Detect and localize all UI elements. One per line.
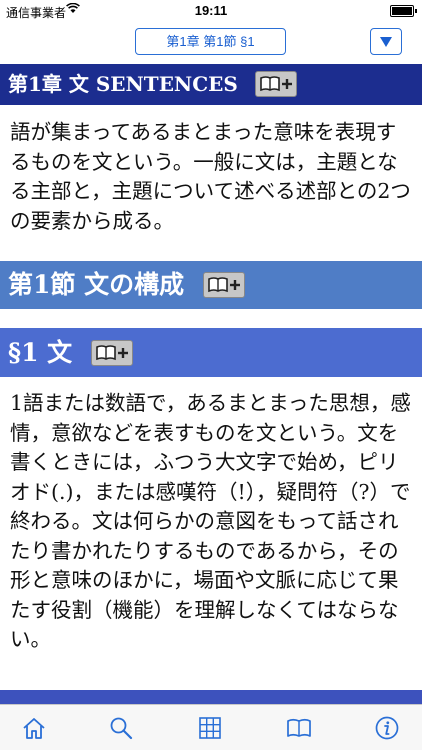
paragraph-heading: §1 文 — [0, 328, 422, 377]
dropdown-button[interactable] — [370, 28, 402, 55]
table-of-contents-tab[interactable] — [197, 715, 223, 741]
grid-icon — [199, 717, 221, 739]
status-bar: 通信事業者 19:11 — [0, 0, 422, 22]
tab-bar — [0, 704, 422, 750]
info-tab[interactable] — [374, 715, 400, 741]
navigation-bar: 第1章 第1節 §1 — [0, 22, 422, 64]
section-selector-button[interactable]: 第1章 第1節 §1 — [135, 28, 286, 55]
book-icon — [287, 718, 311, 737]
paragraph-body-text: 1語または数語で，あるまとまった思想，感情，意欲などを表すものを文という。文を書… — [10, 391, 411, 651]
chapter-body-text: 語が集まってあるまとまった意味を表現するものを文という。一般に文は，主題となる主… — [10, 120, 411, 233]
book-plus-icon — [208, 276, 240, 292]
battery-icon — [390, 5, 417, 17]
chapter-heading: 第1章 文 SENTENCES — [0, 64, 422, 105]
info-icon — [375, 716, 399, 740]
section-title: 第1節 文の構成 — [8, 270, 185, 299]
book-plus-icon — [259, 75, 292, 91]
book-plus-icon — [96, 344, 128, 360]
paragraph-title: §1 文 — [8, 338, 73, 367]
notebook-tab[interactable] — [286, 715, 312, 741]
add-to-notebook-button[interactable] — [254, 70, 297, 97]
section-heading: 第1節 文の構成 — [0, 261, 422, 309]
next-heading-edge — [0, 690, 422, 704]
chapter-title: 第1章 文 SENTENCES — [8, 72, 238, 96]
home-icon — [23, 718, 45, 739]
triangle-down-icon — [380, 37, 392, 47]
search-tab[interactable] — [108, 715, 134, 741]
add-to-notebook-button[interactable] — [202, 271, 245, 298]
add-to-notebook-button[interactable] — [90, 339, 133, 366]
search-icon — [110, 717, 133, 740]
home-tab[interactable] — [21, 715, 47, 741]
clock: 19:11 — [194, 3, 228, 18]
